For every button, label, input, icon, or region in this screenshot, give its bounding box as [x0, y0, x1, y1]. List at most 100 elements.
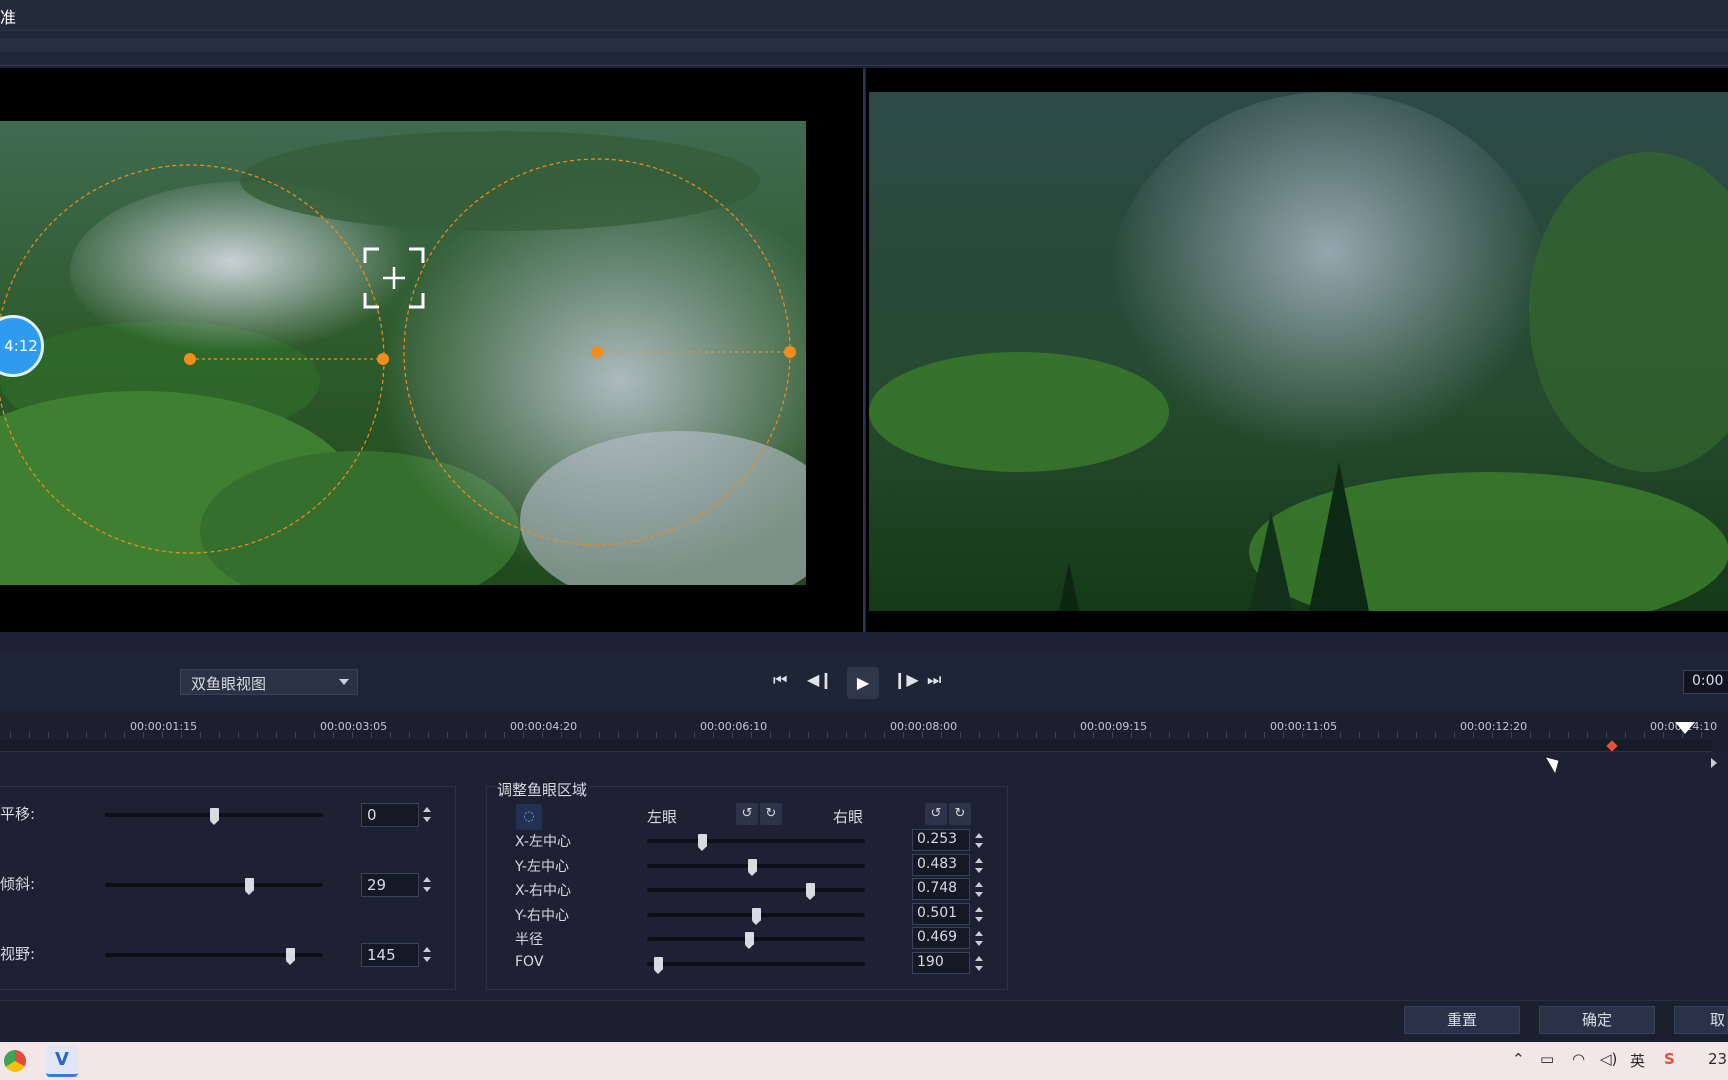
timeline-track[interactable]: [0, 740, 1712, 752]
go-start-icon[interactable]: ⏮: [773, 670, 787, 696]
ime-indicator[interactable]: 英: [1630, 1050, 1645, 1071]
video-editor-icon[interactable]: V: [46, 1045, 78, 1077]
fisheye-param-slider[interactable]: [647, 834, 865, 851]
wifi-icon[interactable]: ◠: [1572, 1050, 1585, 1068]
fisheye-param-label: X-右中心: [515, 883, 571, 899]
slider-thumb[interactable]: [748, 859, 757, 876]
right-radius-handle[interactable]: [784, 346, 796, 358]
spinner-icon[interactable]: [972, 829, 986, 851]
forest-scene-right: [869, 92, 1728, 611]
right-eye-label: 右眼: [833, 808, 864, 826]
param-slider[interactable]: [105, 948, 323, 965]
spinner-icon[interactable]: [972, 903, 986, 925]
param-slider[interactable]: [105, 808, 323, 825]
slider-thumb[interactable]: [210, 808, 219, 825]
timeline-tick: [1131, 732, 1132, 738]
param-value-input[interactable]: 0: [361, 803, 419, 827]
ok-button[interactable]: 确定: [1539, 1006, 1655, 1034]
fisheye-value-input[interactable]: 190: [912, 952, 970, 974]
play-button[interactable]: ▶: [847, 667, 879, 699]
step-back-icon[interactable]: ◀❙: [807, 670, 833, 696]
param-slider[interactable]: [105, 878, 323, 895]
step-forward-icon[interactable]: ❙▶: [893, 670, 919, 696]
fisheye-param-slider[interactable]: [647, 883, 865, 900]
battery-icon[interactable]: ▭: [1540, 1050, 1554, 1068]
crosshair-icon[interactable]: [363, 247, 425, 309]
fisheye-value-input[interactable]: 0.483: [912, 854, 970, 876]
fisheye-param-slider[interactable]: [647, 859, 865, 876]
fisheye-param-slider[interactable]: [647, 932, 865, 949]
timeline-tick: [447, 732, 448, 738]
slider-thumb[interactable]: [745, 932, 754, 949]
fisheye-value-input[interactable]: 0.253: [912, 829, 970, 851]
timeline-tick: [523, 732, 524, 738]
view-mode-value: 双鱼眼视图: [191, 675, 267, 693]
fisheye-value-input[interactable]: 0.501: [912, 903, 970, 925]
timeline-tick: [162, 732, 163, 738]
left-radius-handle[interactable]: [377, 353, 389, 365]
timecode-display[interactable]: 0:00: [1683, 670, 1728, 694]
tray-chevron-up-icon[interactable]: ⌃: [1512, 1050, 1525, 1068]
timecode-value: 0:00: [1692, 673, 1724, 689]
timeline-tick-label: 00:00:08:00: [890, 720, 958, 733]
clock[interactable]: 23: [1708, 1050, 1727, 1068]
cancel-label: 取: [1709, 1011, 1725, 1029]
volume-icon[interactable]: ◁): [1600, 1050, 1617, 1068]
slider-thumb[interactable]: [286, 948, 295, 965]
param-value-input[interactable]: 145: [361, 943, 419, 967]
play-icon: ▶: [856, 673, 870, 692]
cancel-button[interactable]: 取: [1674, 1006, 1728, 1034]
slider-thumb[interactable]: [752, 908, 761, 925]
timeline-tick: [751, 732, 752, 738]
timeline-tick: [618, 732, 619, 738]
go-end-icon[interactable]: ⏭: [927, 670, 941, 696]
reset-button[interactable]: 重置: [1404, 1006, 1520, 1034]
slider-thumb[interactable]: [806, 883, 815, 900]
right-center-handle[interactable]: [591, 346, 603, 358]
spinner-icon[interactable]: [972, 854, 986, 876]
sogou-icon[interactable]: S: [1664, 1050, 1675, 1068]
left-center-handle[interactable]: [184, 353, 196, 365]
rotate-right-icon[interactable]: ↻: [760, 803, 782, 825]
timeline-tick-label: 00:00:04:20: [510, 720, 578, 733]
fisheye-param-slider[interactable]: [647, 957, 865, 974]
playhead-icon[interactable]: [1675, 722, 1695, 734]
fisheye-param-label: X-左中心: [515, 834, 571, 850]
circle-select-icon[interactable]: ◌: [516, 804, 542, 830]
timeline-tick: [1074, 732, 1075, 738]
spinner-icon[interactable]: [420, 803, 434, 827]
slider-thumb[interactable]: [245, 878, 254, 895]
timeline-tick: [10, 732, 11, 738]
slider-thumb[interactable]: [654, 957, 663, 974]
timeline-tick: [48, 732, 49, 738]
timeline-tick: [295, 732, 296, 738]
rotate-right-icon[interactable]: ↻: [949, 803, 971, 825]
spinner-icon[interactable]: [972, 927, 986, 949]
spinner-icon[interactable]: [972, 952, 986, 974]
timeline-tick: [86, 732, 87, 738]
source-fisheye-image[interactable]: [0, 121, 806, 585]
scroll-right-icon[interactable]: [1711, 758, 1717, 768]
timeline-tick: [276, 732, 277, 738]
timeline-tick: [675, 732, 676, 738]
timeline-tick: [1169, 732, 1170, 738]
fisheye-value-input[interactable]: 0.469: [912, 927, 970, 949]
timeline-tick: [314, 732, 315, 738]
timeline-tick: [238, 732, 239, 738]
spinner-icon[interactable]: [972, 878, 986, 900]
view-mode-dropdown[interactable]: 双鱼眼视图: [180, 669, 358, 695]
timeline-tick: [504, 732, 505, 738]
param-value-input[interactable]: 29: [361, 873, 419, 897]
spinner-icon[interactable]: [420, 943, 434, 967]
rotate-left-icon[interactable]: ↺: [925, 803, 947, 825]
timeline-tick: [1245, 732, 1246, 738]
fisheye-value-input[interactable]: 0.748: [912, 878, 970, 900]
rotate-left-icon[interactable]: ↺: [736, 803, 758, 825]
timeline-tick: [1454, 732, 1455, 738]
timeline-tick: [1549, 732, 1550, 738]
slider-thumb[interactable]: [698, 834, 707, 851]
browser-icon[interactable]: [4, 1050, 26, 1072]
timeline-tick: [1302, 732, 1303, 738]
fisheye-param-slider[interactable]: [647, 908, 865, 925]
spinner-icon[interactable]: [420, 873, 434, 897]
